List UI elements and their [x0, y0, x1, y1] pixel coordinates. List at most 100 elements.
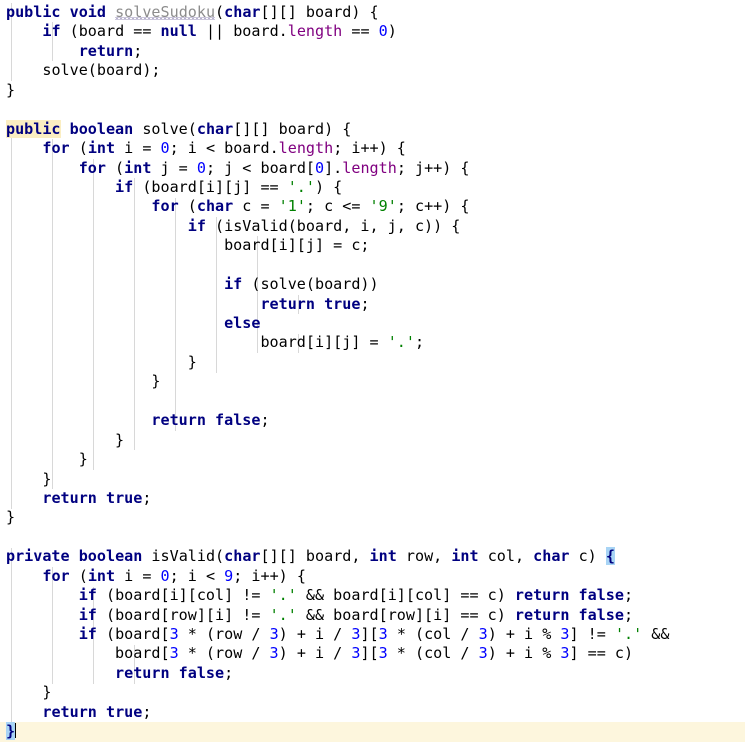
code-line[interactable]: if (board[i][j] == '.') { — [0, 178, 745, 197]
code-line[interactable]: else — [0, 314, 745, 333]
code-token: [][] board, — [260, 547, 370, 566]
code-token: 0 — [160, 566, 170, 585]
code-token: solveSudoku — [115, 3, 216, 21]
code-line[interactable]: } — [0, 372, 745, 391]
code-token: ; — [623, 586, 634, 605]
code-token: (isValid(board, i, j, c)) { — [205, 216, 461, 235]
code-line[interactable]: } — [0, 508, 745, 527]
code-token: * (col / — [387, 625, 479, 643]
code-token: } — [78, 450, 88, 469]
code-line[interactable]: board[i][j] = '.'; — [0, 333, 745, 352]
code-token: 0 — [160, 139, 170, 158]
code-token: if — [42, 22, 61, 41]
code-line[interactable]: for (int i = 0; i < 9; i++) { — [0, 567, 745, 586]
code-line[interactable]: board[i][j] = c; — [0, 236, 745, 255]
code-token: 3 — [560, 625, 570, 643]
code-token: (board[ — [96, 625, 170, 643]
code-token: 3 — [478, 625, 488, 643]
code-line[interactable]: for (char c = '1'; c <= '9'; c++) { — [0, 197, 745, 216]
code-editor-view[interactable]: public void solveSudoku(char[][] board) … — [0, 0, 745, 742]
code-token: ( — [69, 139, 88, 158]
code-line[interactable]: for (int i = 0; i < board.length; i++) { — [0, 139, 745, 158]
code-line[interactable]: } — [0, 722, 745, 742]
code-token: ( — [215, 3, 225, 21]
code-token: if — [78, 605, 97, 624]
code-line[interactable]: } — [0, 470, 745, 489]
code-line[interactable]: return true; — [0, 489, 745, 508]
code-token: if — [78, 625, 97, 643]
code-line[interactable]: public void solveSudoku(char[][] board) … — [0, 3, 745, 22]
code-token: '.' — [387, 333, 415, 352]
code-token: } — [115, 430, 125, 449]
code-token: (board[i][col] != — [96, 586, 270, 605]
code-token: for — [151, 197, 179, 216]
code-token: ; i < — [169, 566, 225, 585]
code-token: ) + i % — [487, 644, 561, 663]
code-token: 3 — [478, 644, 488, 663]
code-token: ; — [260, 411, 270, 430]
code-line[interactable]: if (board[3 * (row / 3) + i / 3][3 * (co… — [0, 625, 745, 644]
code-token: ; — [133, 41, 143, 60]
code-line[interactable]: return true; — [0, 703, 745, 722]
code-line[interactable]: } — [0, 450, 745, 469]
code-line[interactable] — [0, 100, 745, 119]
code-token: int — [87, 139, 116, 158]
code-token: ][ — [360, 625, 379, 643]
code-token: ) + i % — [487, 625, 561, 643]
code-token: ; c <= — [305, 197, 370, 216]
code-token: '.' — [269, 605, 297, 624]
code-token: ; — [623, 605, 634, 624]
code-token: length — [278, 139, 334, 158]
code-token: col, — [478, 547, 534, 566]
code-token: board[i][j] = — [260, 333, 388, 352]
code-line[interactable]: if (solve(board)) — [0, 275, 745, 294]
code-line[interactable]: } — [0, 431, 745, 450]
code-line[interactable]: } — [0, 353, 745, 372]
code-token: ( — [105, 158, 125, 177]
code-line[interactable]: return true; — [0, 295, 745, 314]
code-line[interactable]: solve(board); — [0, 61, 745, 80]
code-token: boolean — [78, 547, 143, 566]
code-token: board[i][j] = c; — [224, 236, 370, 255]
code-line[interactable]: return false; — [0, 411, 745, 430]
code-token: ) { — [314, 177, 343, 196]
code-line[interactable] — [0, 256, 745, 275]
code-line[interactable]: } — [0, 683, 745, 702]
code-token: [][] board) { — [233, 119, 352, 138]
code-line[interactable]: if (board[i][col] != '.' && board[i][col… — [0, 586, 745, 605]
code-token: null — [160, 22, 197, 41]
code-token: true — [105, 702, 143, 721]
text-cursor — [14, 723, 16, 739]
code-line[interactable] — [0, 528, 745, 547]
code-content[interactable]: public void solveSudoku(char[][] board) … — [0, 0, 745, 742]
code-token: length — [287, 22, 343, 41]
code-line[interactable]: board[3 * (row / 3) + i / 3][3 * (col / … — [0, 644, 745, 663]
code-line[interactable] — [0, 392, 745, 411]
code-line[interactable]: public boolean solve(char[][] board) { — [0, 119, 745, 139]
code-line[interactable]: if (isValid(board, i, j, c)) { — [0, 217, 745, 236]
code-line[interactable]: if (board[row][i] != '.' && board[row][i… — [0, 606, 745, 625]
code-token: public — [6, 3, 61, 21]
code-line[interactable]: private boolean isValid(char[][] board, … — [0, 547, 745, 566]
code-line[interactable]: for (int j = 0; j < board[0].length; j++… — [0, 159, 745, 178]
code-token: } — [6, 508, 16, 527]
code-line[interactable]: return; — [0, 42, 745, 61]
code-line[interactable]: } — [0, 81, 745, 100]
code-token: ; — [360, 294, 370, 313]
code-line[interactable]: return false; — [0, 664, 745, 683]
code-line[interactable]: if (board == null || board.length == 0) — [0, 22, 745, 41]
